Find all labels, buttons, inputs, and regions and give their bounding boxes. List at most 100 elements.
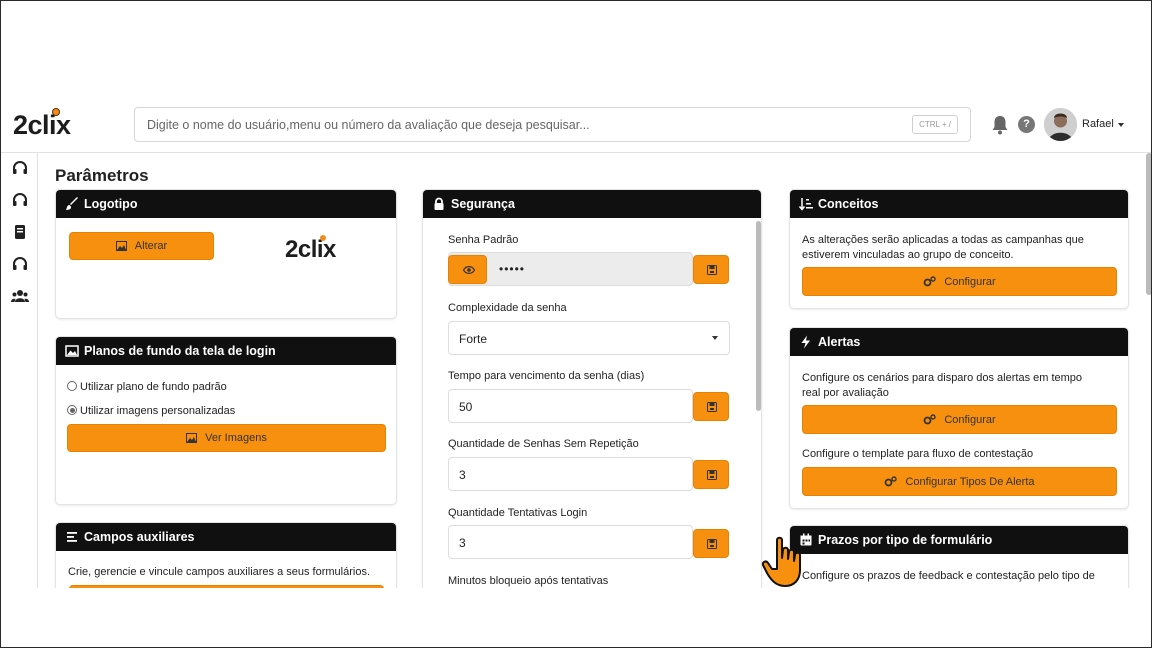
headset-icon[interactable] bbox=[12, 160, 28, 176]
image-icon bbox=[115, 241, 127, 251]
save-icon bbox=[707, 539, 717, 549]
logo-dot bbox=[52, 108, 60, 116]
ver-imagens-button[interactable]: Ver Imagens bbox=[67, 424, 386, 452]
radio-custom-background[interactable] bbox=[67, 405, 77, 415]
complexidade-select[interactable]: Forte bbox=[448, 321, 730, 355]
cogs-icon bbox=[923, 276, 937, 287]
search-placeholder: Digite o nome do usuário,menu ou número … bbox=[147, 118, 590, 132]
avatar[interactable] bbox=[1044, 108, 1077, 141]
campos-card: Campos auxiliares Crie, gerencie e vincu… bbox=[55, 522, 397, 588]
alterar-label: Alterar bbox=[134, 240, 168, 252]
headset-icon[interactable] bbox=[12, 192, 28, 208]
logo-preview-dot bbox=[320, 235, 326, 241]
prazos-card: Prazos por tipo de formulário Configure … bbox=[789, 525, 1129, 588]
headset-icon[interactable] bbox=[12, 256, 28, 272]
prazos-title: Prazos por tipo de formulário bbox=[818, 533, 993, 547]
bloqueio-label: Minutos bloqueio após tentativas bbox=[448, 575, 609, 587]
page-title: Parâmetros bbox=[55, 166, 149, 185]
planos-card: Planos de fundo da tela de login Utiliza… bbox=[55, 336, 397, 505]
alterar-button[interactable]: Alterar bbox=[69, 232, 214, 260]
app-logo[interactable]: 2clix bbox=[13, 108, 71, 141]
conceitos-title: Conceitos bbox=[818, 197, 879, 211]
senha-value: ••••• bbox=[499, 262, 526, 276]
prazos-card-header: Prazos por tipo de formulário bbox=[790, 526, 1128, 554]
user-name[interactable]: Rafael bbox=[1082, 118, 1114, 130]
alertas-card-header: Alertas bbox=[790, 328, 1128, 356]
save-icon bbox=[707, 470, 717, 480]
vencimento-label: Tempo para vencimento da senha (dias) bbox=[448, 370, 645, 382]
radio-default-background[interactable] bbox=[67, 381, 77, 391]
ver-imagens-label: Ver Imagens bbox=[205, 432, 267, 444]
seguranca-scrollbar[interactable] bbox=[756, 221, 761, 411]
save-vencimento-button[interactable] bbox=[693, 392, 729, 421]
planos-title: Planos de fundo da tela de login bbox=[84, 344, 276, 358]
tentativas-value: 3 bbox=[459, 536, 466, 550]
sidebar bbox=[1, 153, 38, 588]
save-senha-button[interactable] bbox=[693, 255, 729, 284]
screen-frame: 2clix Digite o nome do usuário,menu ou n… bbox=[0, 0, 1152, 648]
hand-cursor-icon bbox=[761, 536, 801, 587]
vencimento-value: 50 bbox=[459, 400, 473, 414]
repeticao-value: 3 bbox=[459, 468, 466, 482]
repeticao-input[interactable]: 3 bbox=[448, 457, 693, 491]
logotipo-card: Logotipo Alterar 2clix bbox=[55, 189, 397, 319]
vencimento-input[interactable]: 50 bbox=[448, 389, 693, 423]
chevron-down-icon bbox=[712, 336, 718, 340]
repeticao-label: Quantidade de Senhas Sem Repetição bbox=[448, 438, 639, 450]
search-input[interactable]: Digite o nome do usuário,menu ou número … bbox=[134, 107, 971, 142]
prazos-description: Configure os prazos de feedback e contes… bbox=[802, 570, 1095, 582]
logo-preview: 2clix bbox=[285, 235, 336, 264]
alertas-card: Alertas Configure os cenários para dispa… bbox=[789, 327, 1129, 509]
page-scrollbar[interactable] bbox=[1146, 153, 1151, 295]
campos-card-header: Campos auxiliares bbox=[56, 523, 396, 551]
bolt-icon bbox=[801, 335, 810, 349]
bottom-margin bbox=[1, 588, 1151, 647]
conceitos-description: As alterações serão aplicadas a todas as… bbox=[802, 234, 1084, 261]
cogs-icon bbox=[923, 414, 937, 425]
option-custom-label: Utilizar imagens personalizadas bbox=[80, 405, 236, 417]
alertas-configurar-button[interactable]: Configurar bbox=[802, 405, 1117, 434]
seguranca-card-header: Segurança bbox=[423, 190, 761, 218]
conceitos-card-header: Conceitos bbox=[790, 190, 1128, 218]
campos-title: Campos auxiliares bbox=[84, 530, 195, 544]
logo-preview-text: 2clix bbox=[285, 236, 336, 263]
alertas-title: Alertas bbox=[818, 335, 861, 349]
campos-description: Crie, gerencie e vincule campos auxiliar… bbox=[68, 566, 371, 578]
alertas-description-2: Configure o template para fluxo de conte… bbox=[802, 448, 1034, 460]
logo-text: 2clix bbox=[13, 110, 71, 140]
image-icon bbox=[65, 345, 79, 357]
save-icon bbox=[707, 402, 717, 412]
app-window: 2clix Digite o nome do usuário,menu ou n… bbox=[1, 101, 1151, 588]
logotipo-title: Logotipo bbox=[84, 197, 138, 211]
save-tentativas-button[interactable] bbox=[693, 529, 729, 558]
conceitos-configurar-button[interactable]: Configurar bbox=[802, 267, 1117, 296]
configurar-tipos-alerta-button[interactable]: Configurar Tipos De Alerta bbox=[802, 467, 1117, 496]
seguranca-title: Segurança bbox=[451, 197, 515, 211]
brush-icon bbox=[66, 197, 78, 210]
alertas-configurar-label: Configurar bbox=[944, 413, 996, 426]
configurar-tipos-alerta-label: Configurar Tipos De Alerta bbox=[905, 475, 1035, 488]
list-icon bbox=[67, 532, 77, 542]
lock-icon bbox=[434, 197, 444, 210]
chevron-down-icon[interactable] bbox=[1118, 123, 1124, 127]
alertas-description: Configure os cenários para disparo dos a… bbox=[802, 372, 1083, 399]
image-icon bbox=[186, 433, 198, 443]
bell-icon[interactable] bbox=[991, 115, 1009, 135]
toggle-password-visibility-button[interactable] bbox=[448, 255, 487, 284]
option-default-label: Utilizar plano de fundo padrão bbox=[80, 381, 227, 393]
logotipo-card-header: Logotipo bbox=[56, 190, 396, 218]
search-shortcut-badge: CTRL + / bbox=[912, 115, 958, 134]
top-header: 2clix Digite o nome do usuário,menu ou n… bbox=[1, 101, 1151, 153]
book-icon[interactable] bbox=[12, 224, 28, 240]
users-icon[interactable] bbox=[11, 288, 29, 304]
cogs-icon bbox=[885, 476, 898, 487]
save-repeticao-button[interactable] bbox=[693, 460, 729, 489]
planos-card-header: Planos de fundo da tela de login bbox=[56, 337, 396, 365]
conceitos-configurar-label: Configurar bbox=[944, 275, 996, 288]
complexidade-value: Forte bbox=[459, 332, 488, 346]
tentativas-label: Quantidade Tentativas Login bbox=[448, 507, 588, 519]
save-icon bbox=[707, 265, 717, 275]
help-icon[interactable]: ? bbox=[1018, 116, 1035, 133]
tentativas-input[interactable]: 3 bbox=[448, 525, 693, 559]
sort-icon bbox=[799, 198, 813, 211]
